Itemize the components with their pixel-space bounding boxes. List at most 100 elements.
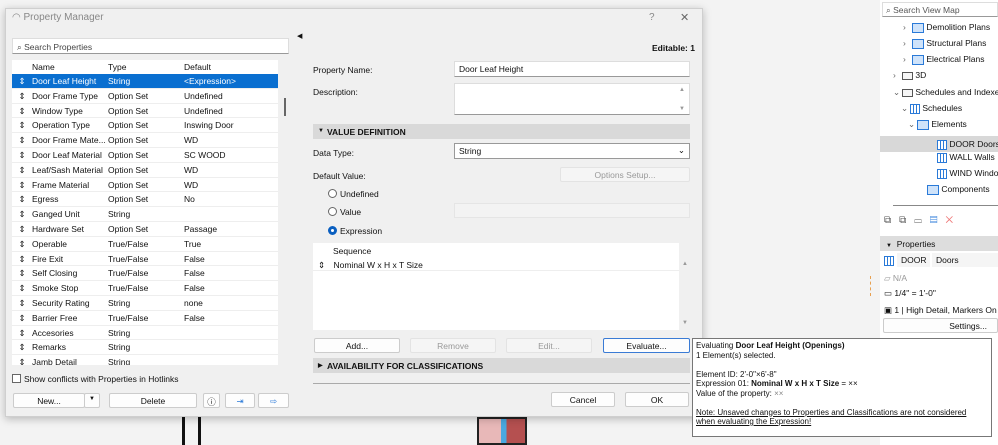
drag-handle-icon[interactable]: ⇕ bbox=[12, 281, 32, 295]
scroll-up-icon[interactable]: ▲ bbox=[679, 87, 685, 93]
new-button[interactable]: New... bbox=[13, 393, 85, 408]
drag-handle-icon[interactable]: ⇕ bbox=[12, 163, 32, 177]
drag-handle-icon[interactable]: ⇕ bbox=[12, 104, 32, 118]
view-id-input[interactable]: DOOR bbox=[897, 253, 930, 267]
show-conflicts-checkbox[interactable] bbox=[12, 374, 21, 383]
table-row[interactable]: ⇕ Door Frame Type Option Set Undefined bbox=[12, 89, 278, 104]
table-row[interactable]: ⇕ Accesories String bbox=[12, 326, 278, 341]
view-map-item[interactable]: WIND Windows bbox=[928, 168, 998, 179]
chevron-icon[interactable]: › bbox=[903, 22, 912, 32]
settings-icon[interactable]: ▤ bbox=[930, 215, 946, 226]
radio-expression[interactable] bbox=[328, 226, 337, 235]
drag-handle-icon[interactable]: ⇕ bbox=[12, 237, 32, 251]
chevron-icon[interactable]: › bbox=[893, 70, 902, 80]
view-map-item[interactable]: ⌄ Elements bbox=[908, 119, 967, 130]
drag-handle-icon[interactable]: ⇕ bbox=[12, 326, 32, 340]
drag-handle-icon[interactable]: ⇕ bbox=[12, 252, 32, 266]
table-row[interactable]: ⇕ Fire Exit True/False False bbox=[12, 252, 278, 267]
table-row[interactable]: ⇕ Smoke Stop True/False False bbox=[12, 281, 278, 296]
table-row[interactable]: ⇕ Self Closing True/False False bbox=[12, 266, 278, 282]
radio-value[interactable] bbox=[328, 207, 337, 216]
table-row[interactable]: ⇕ Hardware Set Option Set Passage bbox=[12, 222, 278, 237]
drag-handle-icon[interactable]: ⇕ bbox=[12, 89, 32, 103]
new-dropdown-button[interactable]: ▼ bbox=[84, 393, 100, 408]
scroll-down-icon[interactable]: ▼ bbox=[682, 320, 688, 326]
drag-handle-icon[interactable]: ⇕ bbox=[12, 178, 32, 192]
table-row[interactable]: ⇕ Door Leaf Material Option Set SC WOOD bbox=[12, 148, 278, 163]
view-name-input[interactable]: Doors bbox=[932, 253, 998, 267]
drag-handle-icon[interactable]: ⇕ bbox=[12, 311, 32, 325]
drag-handle-icon[interactable]: ⇕ bbox=[12, 296, 32, 310]
chevron-icon[interactable]: ⌄ bbox=[893, 87, 902, 98]
drag-handle-icon[interactable]: ⇕ bbox=[12, 74, 32, 88]
view-map-item[interactable]: ⌄ Schedules and Indexes bbox=[893, 87, 998, 98]
panel-resize-handle[interactable] bbox=[870, 276, 871, 296]
drag-handle-icon[interactable]: ⇕ bbox=[12, 355, 32, 365]
search-view-map-input[interactable]: ⌕ Search View Map bbox=[882, 2, 998, 17]
options-setup-button[interactable]: Options Setup... bbox=[560, 167, 690, 182]
view-map-item[interactable]: › Electrical Plans bbox=[903, 54, 984, 65]
view-map-item[interactable]: Components bbox=[918, 184, 990, 195]
table-row[interactable]: ⇕ Operable True/False True bbox=[12, 237, 278, 252]
view-map-item[interactable]: › 3D bbox=[893, 70, 926, 80]
settings-button[interactable]: Settings... bbox=[883, 318, 998, 333]
export-button[interactable]: ⇨ bbox=[258, 393, 289, 408]
table-row[interactable]: ⇕ Security Rating String none bbox=[12, 296, 278, 311]
delete-icon[interactable]: ✕ bbox=[946, 215, 962, 226]
remove-button[interactable]: Remove bbox=[410, 338, 496, 353]
table-row[interactable]: ⇕ Remarks String bbox=[12, 340, 278, 356]
table-row[interactable]: ⇕ Jamb Detail String bbox=[12, 355, 278, 365]
drag-handle-icon[interactable]: ⇕ bbox=[12, 266, 32, 280]
table-row[interactable]: ⇕ Door Frame Mate... Option Set WD bbox=[12, 133, 278, 148]
drag-handle-icon[interactable]: ⇕ bbox=[12, 192, 32, 206]
drag-handle-icon[interactable]: ⇕ bbox=[12, 118, 32, 132]
property-name-input[interactable]: Door Leaf Height bbox=[454, 61, 690, 77]
sequence-header[interactable]: Sequence bbox=[333, 246, 371, 256]
scroll-down-icon[interactable]: ▼ bbox=[679, 106, 685, 112]
radio-undefined[interactable] bbox=[328, 189, 337, 198]
table-row[interactable]: ⇕ Leaf/Sash Material Option Set WD bbox=[12, 163, 278, 178]
import-button[interactable]: ⇥ bbox=[225, 393, 255, 408]
availability-section[interactable]: ▶ AVAILABILITY FOR CLASSIFICATIONS bbox=[313, 358, 690, 373]
col-type[interactable]: Type bbox=[108, 60, 184, 74]
description-input[interactable]: ▲ ▼ bbox=[454, 83, 690, 115]
col-default[interactable]: Default bbox=[184, 60, 278, 74]
table-scrollbar[interactable] bbox=[284, 98, 286, 116]
drag-handle-icon[interactable]: ⇕ bbox=[12, 133, 32, 147]
chevron-icon[interactable]: ⌄ bbox=[901, 103, 910, 114]
ok-button[interactable]: OK bbox=[625, 392, 689, 407]
table-row[interactable]: ⇕ Frame Material Option Set WD bbox=[12, 178, 278, 193]
view-map-item[interactable]: DOOR Doors bbox=[880, 136, 998, 152]
drag-handle-icon[interactable]: ⇕ bbox=[12, 148, 32, 162]
col-name[interactable]: Name bbox=[32, 60, 108, 74]
table-row[interactable]: ⇕ Ganged Unit String bbox=[12, 207, 278, 222]
table-row[interactable]: ⇕ Egress Option Set No bbox=[12, 192, 278, 208]
table-row[interactable]: ⇕ Window Type Option Set Undefined bbox=[12, 104, 278, 119]
close-button[interactable]: ✕ bbox=[680, 11, 689, 24]
view-map-item[interactable]: WALL Walls bbox=[928, 152, 995, 163]
drag-handle-icon[interactable]: ⇕ bbox=[12, 222, 32, 236]
value-definition-section[interactable]: ▼ VALUE DEFINITION bbox=[313, 124, 690, 139]
table-row[interactable]: ⇕ Door Leaf Height String <Expression> bbox=[12, 74, 278, 89]
table-row[interactable]: ⇕ Operation Type Option Set Inswing Door bbox=[12, 118, 278, 134]
value-input[interactable] bbox=[454, 203, 690, 218]
chevron-icon[interactable]: ⌄ bbox=[908, 119, 917, 130]
properties-section[interactable]: ▼ Properties bbox=[880, 236, 998, 251]
cancel-button[interactable]: Cancel bbox=[551, 392, 615, 407]
view-map-item[interactable]: › Structural Plans bbox=[903, 38, 986, 49]
view-map-item[interactable]: ⌄ Schedules bbox=[901, 103, 962, 114]
evaluate-button[interactable]: Evaluate... bbox=[603, 338, 690, 353]
scroll-up-icon[interactable]: ▲ bbox=[682, 261, 688, 267]
sequence-row[interactable]: ⇕ Nominal W x H x T Size bbox=[313, 257, 679, 271]
info-button[interactable]: ⓘ bbox=[203, 393, 220, 408]
add-button[interactable]: Add... bbox=[314, 338, 400, 353]
delete-button[interactable]: Delete bbox=[109, 393, 197, 408]
table-row[interactable]: ⇕ Barrier Free True/False False bbox=[12, 311, 278, 326]
help-button[interactable]: ? bbox=[649, 12, 655, 23]
panel-collapse-arrow[interactable]: ◀ bbox=[297, 32, 302, 40]
drag-handle-icon[interactable]: ⇕ bbox=[12, 340, 32, 354]
chevron-icon[interactable]: › bbox=[903, 38, 912, 48]
view-map-item[interactable]: › Demolition Plans bbox=[903, 22, 990, 33]
search-properties-input[interactable]: ⌕ Search Properties bbox=[12, 38, 289, 54]
new-clone-icon[interactable]: ⧉ bbox=[884, 215, 899, 226]
